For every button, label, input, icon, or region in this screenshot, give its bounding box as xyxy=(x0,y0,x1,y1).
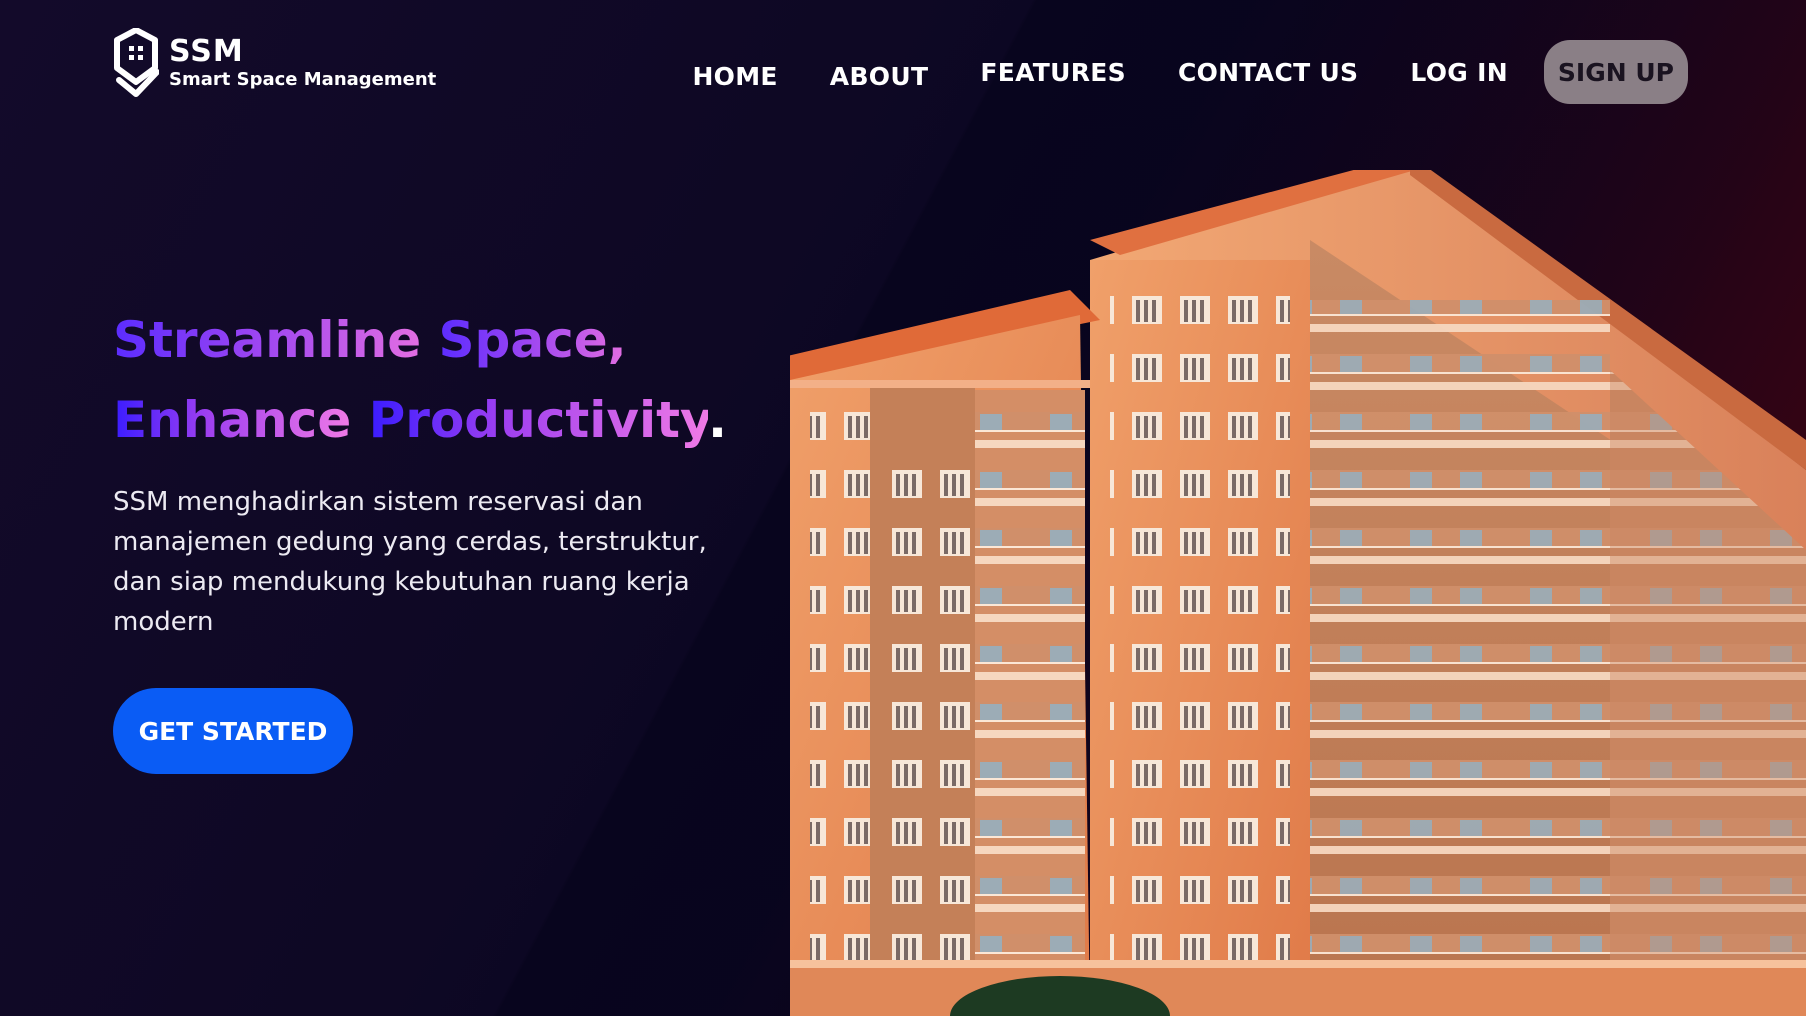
brand-text: SSM Smart Space Management xyxy=(169,35,436,91)
nav-log-in[interactable]: LOG IN xyxy=(1410,58,1508,87)
headline-line-1: Streamline Space, xyxy=(113,300,753,380)
building-photo xyxy=(790,170,1806,1016)
brand-tagline: Smart Space Management xyxy=(169,69,437,90)
sign-up-button[interactable]: SIGN UP xyxy=(1543,40,1688,104)
headline-word-streamline: Streamline xyxy=(113,311,422,369)
headline-word-space: Space, xyxy=(438,311,627,369)
main-nav: HOME ABOUT FEATURES CONTACT US LOG IN SI… xyxy=(640,40,1688,104)
hero-section: Streamline Space, Enhance Productivity. … xyxy=(113,300,753,774)
hero-description: SSM menghadirkan sistem reservasi dan ma… xyxy=(113,487,707,637)
landing-page: SSM Smart Space Management HOME ABOUT FE… xyxy=(0,0,1806,1016)
headline-period: . xyxy=(708,391,728,449)
brand-logo[interactable]: SSM Smart Space Management xyxy=(113,28,436,98)
headline-line-2: Enhance Productivity. xyxy=(113,380,753,460)
headline-word-enhance: Enhance xyxy=(113,391,352,449)
nav-about[interactable]: ABOUT xyxy=(830,62,929,91)
get-started-button[interactable]: GET STARTED xyxy=(113,688,353,774)
hero-headline: Streamline Space, Enhance Productivity. xyxy=(113,300,753,460)
building-shield-icon xyxy=(114,28,159,97)
brand-name: SSM xyxy=(169,34,244,69)
nav-features[interactable]: FEATURES xyxy=(980,58,1126,87)
headline-word-productivity: Productivity xyxy=(368,391,709,449)
nav-home[interactable]: HOME xyxy=(692,62,777,91)
nav-contact-us[interactable]: CONTACT US xyxy=(1178,58,1358,87)
